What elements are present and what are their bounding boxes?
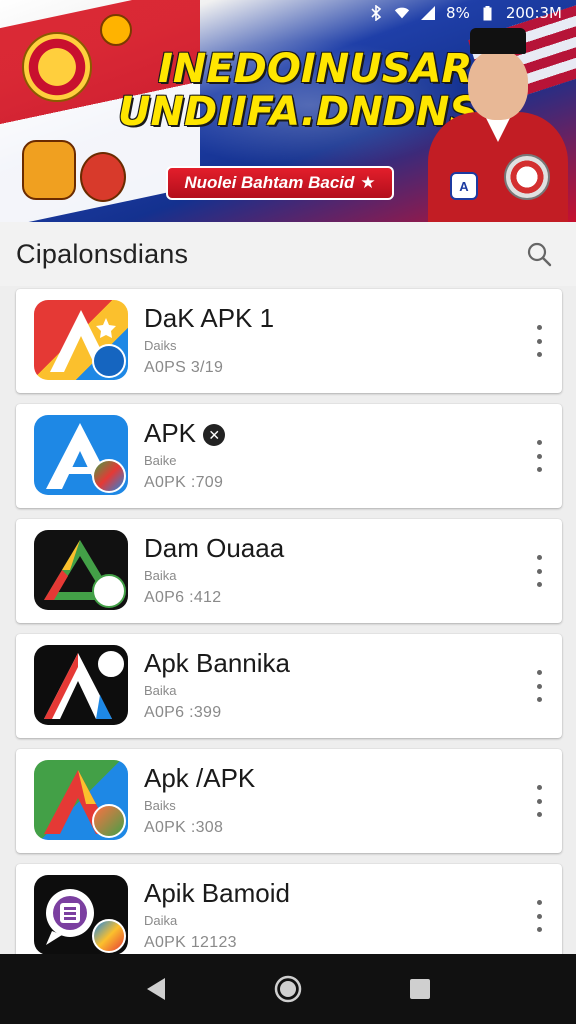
app-list-item[interactable]: DaK APK 1 Daiks A0PS 3/19 (16, 289, 562, 393)
clock: 200:3M (505, 4, 562, 22)
app-meta: A0PK :709 (144, 474, 224, 491)
status-bar: 8% 200:3M (368, 0, 576, 26)
more-vert-icon[interactable] (532, 670, 546, 702)
battery-icon (480, 5, 496, 21)
more-vert-icon[interactable] (532, 900, 546, 932)
banner-headline-line2: UNDIIFA.DNDNSIA (118, 89, 524, 136)
app-name: Dam Ouaaa (144, 533, 285, 563)
app-icon (34, 760, 128, 840)
app-icon (34, 300, 128, 380)
app-meta: A0P6 :399 (144, 704, 222, 721)
more-vert-icon[interactable] (532, 325, 546, 357)
promo-banner[interactable]: INEDOINUSAR UNDIIFA.DNDNSIA Nuolei Bahta… (0, 0, 576, 222)
back-icon[interactable] (136, 969, 176, 1009)
person-cap (470, 28, 526, 54)
banner-headline: INEDOINUSAR UNDIIFA.DNDNSIA (118, 47, 524, 136)
app-name: Apik Bamoid (144, 878, 290, 908)
mascot-secondary-icon (80, 152, 126, 202)
bluetooth-icon (368, 5, 384, 21)
recents-icon[interactable] (400, 969, 440, 1009)
more-vert-icon[interactable] (532, 440, 546, 472)
app-icon (34, 645, 128, 725)
app-developer: Baika (144, 683, 177, 698)
app-icon (34, 530, 128, 610)
search-icon[interactable] (524, 239, 554, 269)
more-vert-icon[interactable] (532, 555, 546, 587)
app-name: DaK APK 1 (144, 303, 275, 333)
app-list-item[interactable]: APK ✕ Baike A0PK :709 (16, 404, 562, 508)
badge-icon (92, 919, 126, 953)
app-meta: A0P6 :412 (144, 589, 222, 606)
banner-cta-button[interactable]: Nuolei Bahtam Bacid ★ (166, 166, 394, 200)
app-list: DaK APK 1 Daiks A0PS 3/19 APK ✕ Baike A0… (16, 289, 562, 979)
app-texts: Apk Bannika Baika A0P6 :399 (144, 648, 290, 722)
section-title: Cipalonsdians (16, 238, 189, 269)
app-name-text: APK (144, 418, 197, 448)
soccer-ball-icon (92, 574, 126, 608)
app-icon (34, 875, 128, 955)
app-developer: Daiks (144, 338, 177, 353)
navigation-bar (0, 954, 576, 1024)
signal-icon (420, 5, 436, 21)
app-developer: Baika (144, 568, 177, 583)
banner-cta-label: Nuolei Bahtam Bacid (184, 173, 355, 192)
app-list-item[interactable]: Apk Bannika Baika A0P6 :399 (16, 634, 562, 738)
app-texts: Apik Bamoid Daika A0PK 12123 (144, 878, 290, 952)
app-meta: A0PK 12123 (144, 934, 237, 951)
star-icon: ★ (360, 173, 376, 192)
app-list-item[interactable]: Dam Ouaaa Baika A0P6 :412 (16, 519, 562, 623)
person-illustration (428, 22, 568, 222)
badge-icon (92, 459, 126, 493)
app-list-item[interactable]: Apk /APK Baiks A0PK :308 (16, 749, 562, 853)
badge-icon (92, 804, 126, 838)
more-vert-icon[interactable] (532, 785, 546, 817)
home-icon[interactable] (268, 969, 308, 1009)
badge-icon (96, 649, 126, 679)
app-name: Apk /APK (144, 763, 256, 793)
app-name: Apk Bannika (144, 648, 290, 678)
mascot-icon (22, 140, 76, 200)
app-developer: Baiks (144, 798, 176, 813)
emblem-icon (22, 32, 92, 102)
app-developer: Baike (144, 453, 177, 468)
app-developer: Daika (144, 913, 178, 928)
round-badge-icon (504, 154, 550, 200)
app-texts: Apk /APK Baiks A0PK :308 (144, 763, 255, 837)
app-texts: APK ✕ Baike A0PK :709 (144, 418, 226, 492)
app-texts: Dam Ouaaa Baika A0P6 :412 (144, 533, 284, 607)
app-name: APK ✕ (144, 418, 226, 449)
shield-badge-icon: A (450, 172, 478, 200)
app-texts: DaK APK 1 Daiks A0PS 3/19 (144, 303, 274, 377)
app-list-item[interactable]: Apik Bamoid Daika A0PK 12123 (16, 864, 562, 968)
badge-icon (100, 14, 132, 46)
app-meta: A0PS 3/19 (144, 359, 224, 376)
app-icon (34, 415, 128, 495)
app-meta: A0PK :308 (144, 819, 224, 836)
badge-icon (92, 344, 126, 378)
person-face (468, 50, 528, 120)
wifi-icon (394, 5, 410, 21)
tools-icon: ✕ (203, 424, 226, 446)
battery-text: 8% (446, 4, 470, 22)
section-header: Cipalonsdians (0, 222, 576, 286)
shield-badge-letter: A (459, 178, 469, 194)
